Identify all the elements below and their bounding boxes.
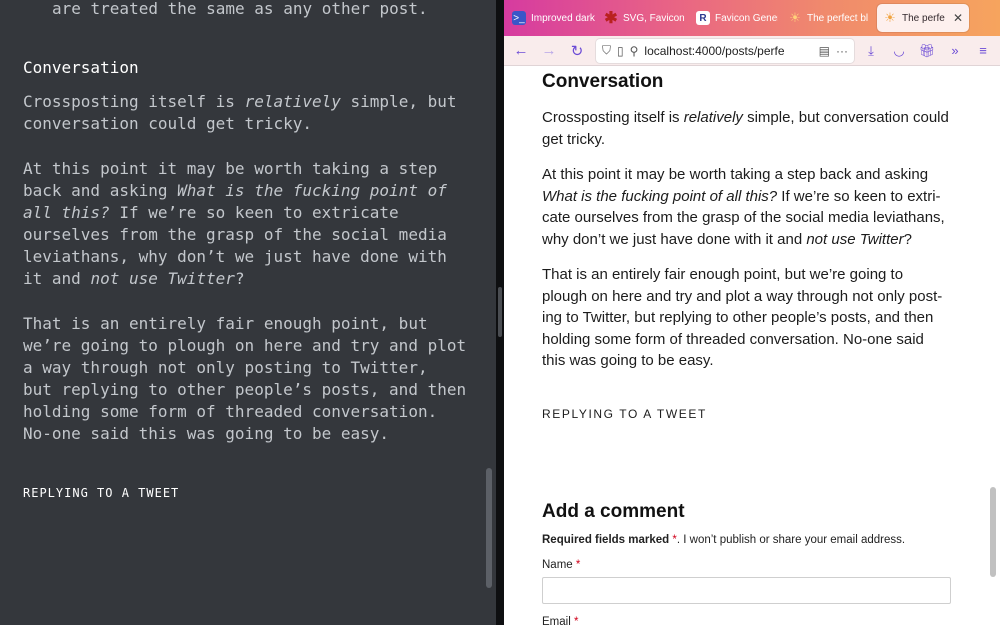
url-text[interactable]: localhost:4000/posts/perfe — [644, 44, 818, 58]
asterisk-icon: ✱ — [604, 10, 618, 27]
section-heading-conversation: Conversation — [542, 71, 664, 92]
tab-bar: >_ Improved dark ✱ SVG, Favicons R Favic… — [504, 0, 1000, 36]
sun-icon: ☀ — [884, 10, 896, 25]
forward-arrow-icon[interactable]: → — [538, 40, 560, 62]
back-arrow-icon[interactable]: ← — [510, 40, 532, 62]
split-divider[interactable] — [496, 0, 504, 625]
email-label: Email * — [542, 616, 579, 625]
reader-view-icon[interactable]: ▤ — [819, 44, 830, 58]
page-icon: ▯ — [617, 43, 624, 58]
tab-svg-favicons[interactable]: ✱ SVG, Favicons — [604, 4, 684, 32]
editor-paragraph-1: Crossposting itself is relatively simple… — [23, 92, 457, 133]
paragraph-2: At this point it may be worth taking a s… — [542, 166, 945, 248]
close-tab-icon[interactable]: ✕ — [953, 11, 963, 25]
tab-favicon-generator[interactable]: R Favicon Gener — [696, 4, 778, 32]
tab-the-perfect-active[interactable]: ☀ The perfect ✕ — [877, 4, 969, 32]
overflow-chevron-icon[interactable]: » — [944, 40, 966, 62]
reload-icon[interactable]: ↻ — [566, 40, 588, 62]
markdown-editor[interactable]: are treated the same as any other post. … — [0, 0, 496, 625]
tab-the-perfect-blog[interactable]: ☀ The perfect bl — [788, 4, 872, 32]
permissions-icon[interactable]: ⚲ — [630, 44, 639, 58]
shield-icon[interactable]: ⛉ — [602, 43, 611, 58]
paragraph-1: Crossposting itself is relatively simple… — [542, 109, 949, 148]
editor-paragraph-2: At this point it may be worth taking a s… — [23, 159, 447, 288]
nav-toolbar: ← → ↻ ⛉ ▯ ⚲ localhost:4000/posts/perfe ▤… — [504, 36, 1000, 66]
browser-window: >_ Improved dark ✱ SVG, Favicons R Favic… — [504, 0, 1000, 625]
sun-icon: ☀ — [789, 10, 801, 25]
editor-paragraph-3: That is an entirely fair enough point, b… — [23, 314, 467, 443]
pocket-icon[interactable]: ◡ — [888, 40, 910, 62]
subheading-replying-to-a-tweet: REPLYING TO A TWEET — [542, 407, 707, 421]
download-icon[interactable]: ⤓ — [860, 40, 882, 62]
paragraph-3: That is an entirely fair enough point, b… — [542, 266, 943, 369]
comment-heading: Add a comment — [542, 501, 685, 522]
terminal-icon: >_ — [512, 11, 526, 25]
tab-improved-dark[interactable]: >_ Improved dark — [512, 4, 596, 32]
required-fields-note: Required fields marked *. I won’t publis… — [542, 534, 906, 546]
page-content: Conversation Crossposting itself is rela… — [504, 67, 1000, 625]
name-label: Name * — [542, 559, 581, 571]
extension-gift-icon[interactable]: 🎁︎ — [916, 40, 938, 62]
address-bar[interactable]: ⛉ ▯ ⚲ localhost:4000/posts/perfe ▤ ··· — [596, 38, 854, 63]
editor-line: are treated the same as any other post. — [52, 0, 428, 18]
divider-grip[interactable] — [498, 287, 502, 337]
name-input[interactable] — [542, 577, 951, 604]
page-scrollbar-thumb[interactable] — [990, 487, 996, 577]
editor-subheading: REPLYING TO A TWEET — [23, 486, 180, 500]
hamburger-menu-icon[interactable]: ≡ — [972, 40, 994, 62]
more-actions-icon[interactable]: ··· — [836, 44, 848, 58]
r-logo-icon: R — [696, 11, 710, 25]
editor-scrollbar-thumb[interactable] — [486, 468, 492, 588]
editor-heading: Conversation — [23, 58, 139, 77]
